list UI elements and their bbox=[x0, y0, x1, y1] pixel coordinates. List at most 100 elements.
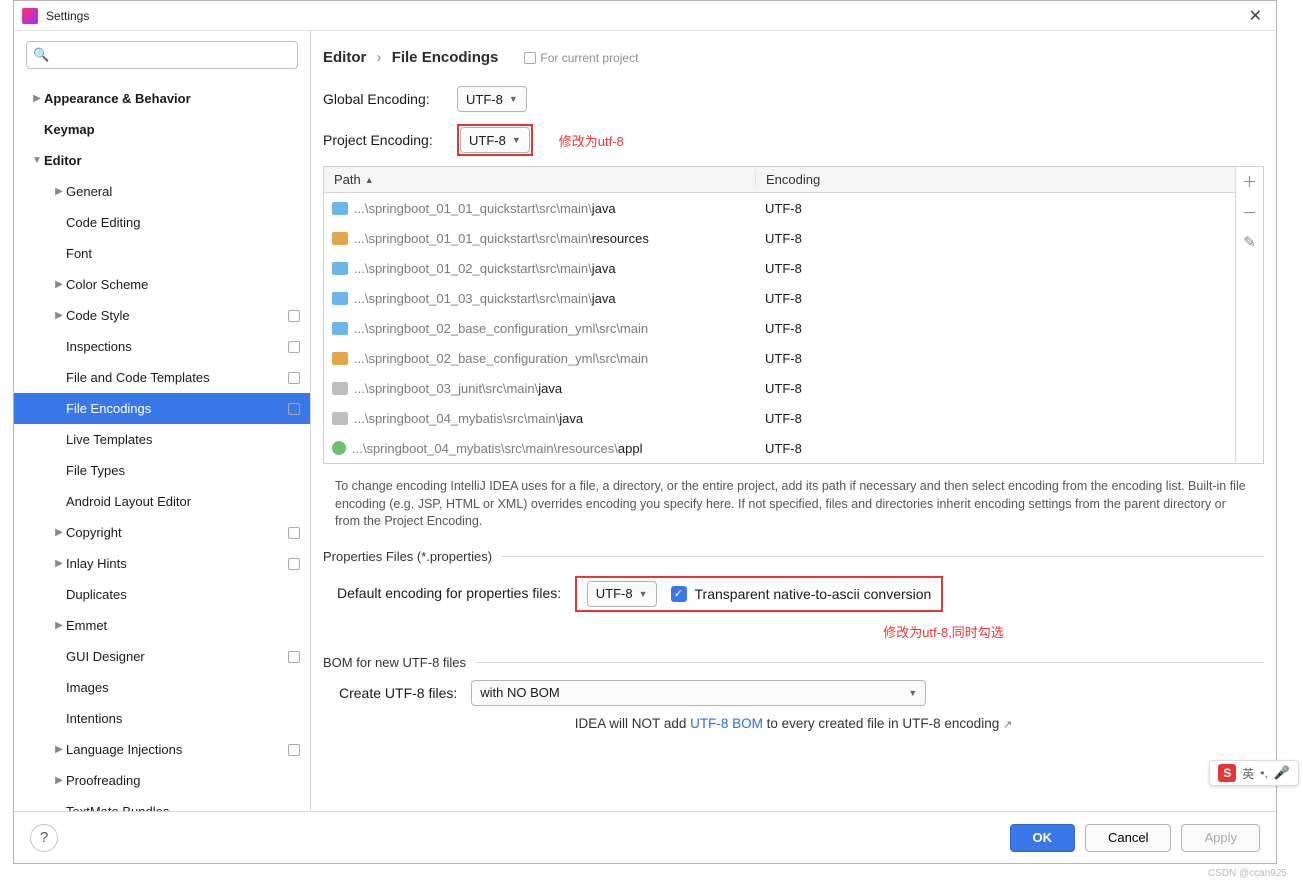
folder-icon bbox=[332, 441, 346, 455]
tree-item-label: Appearance & Behavior bbox=[44, 91, 300, 106]
sidebar-item-file-types[interactable]: File Types bbox=[14, 455, 310, 486]
table-row[interactable]: ...\springboot_01_02_quickstart\src\main… bbox=[324, 253, 1235, 283]
sidebar-item-file-and-code-templates[interactable]: File and Code Templates bbox=[14, 362, 310, 393]
ime-lang: 英 bbox=[1242, 765, 1254, 782]
table-row[interactable]: ...\springboot_02_base_configuration_yml… bbox=[324, 313, 1235, 343]
sidebar-item-file-encodings[interactable]: File Encodings bbox=[14, 393, 310, 424]
sidebar: 🔍 ▶Appearance & BehaviorKeymap▼Editor▶Ge… bbox=[14, 31, 311, 811]
sidebar-item-gui-designer[interactable]: GUI Designer bbox=[14, 641, 310, 672]
expand-arrow-icon: ▼ bbox=[30, 155, 44, 166]
search-icon: 🔍 bbox=[33, 47, 49, 63]
table-row[interactable]: ...\springboot_02_base_configuration_yml… bbox=[324, 343, 1235, 373]
sidebar-item-duplicates[interactable]: Duplicates bbox=[14, 579, 310, 610]
add-icon[interactable]: ＋ bbox=[1242, 171, 1257, 192]
path-text: ...\springboot_01_01_quickstart\src\main… bbox=[354, 231, 649, 246]
project-encoding-dropdown[interactable]: UTF-8 ▼ bbox=[460, 127, 530, 153]
properties-encoding-dropdown[interactable]: UTF-8 ▼ bbox=[587, 581, 657, 607]
tree-item-label: GUI Designer bbox=[66, 649, 288, 664]
path-text: ...\springboot_02_base_configuration_yml… bbox=[354, 321, 648, 336]
ok-button[interactable]: OK bbox=[1010, 824, 1076, 852]
apply-button[interactable]: Apply bbox=[1181, 824, 1260, 852]
window-title: Settings bbox=[46, 9, 1243, 23]
folder-icon bbox=[332, 202, 348, 215]
tree-item-label: Language Injections bbox=[66, 742, 288, 757]
ime-widget[interactable]: S 英 •, 🎤 bbox=[1209, 760, 1299, 786]
tree-item-label: Intentions bbox=[66, 711, 300, 726]
global-encoding-label: Global Encoding: bbox=[323, 91, 447, 107]
sidebar-item-inspections[interactable]: Inspections bbox=[14, 331, 310, 362]
breadcrumb: Editor › File Encodings bbox=[323, 49, 498, 66]
search-input[interactable] bbox=[26, 41, 298, 69]
tree-item-label: Inlay Hints bbox=[66, 556, 288, 571]
folder-icon bbox=[332, 412, 348, 425]
tree-item-label: Android Layout Editor bbox=[66, 494, 300, 509]
path-text: ...\springboot_01_01_quickstart\src\main… bbox=[354, 201, 616, 216]
help-button[interactable]: ? bbox=[30, 824, 58, 852]
expand-arrow-icon: ▶ bbox=[52, 558, 66, 569]
expand-arrow-icon: ▶ bbox=[30, 93, 44, 104]
tree-item-label: Inspections bbox=[66, 339, 288, 354]
sidebar-item-textmate-bundles[interactable]: TextMate Bundles bbox=[14, 796, 310, 811]
watermark: CSDN @ccan925 bbox=[1208, 868, 1287, 879]
folder-icon bbox=[332, 352, 348, 365]
utf8-bom-link[interactable]: UTF-8 BOM bbox=[690, 716, 763, 731]
sidebar-item-code-editing[interactable]: Code Editing bbox=[14, 207, 310, 238]
scope-label: For current project bbox=[540, 51, 638, 65]
sidebar-item-code-style[interactable]: ▶Code Style bbox=[14, 300, 310, 331]
chevron-down-icon: ▼ bbox=[509, 94, 518, 104]
encoding-cell: UTF-8 bbox=[755, 351, 1235, 366]
sidebar-item-android-layout-editor[interactable]: Android Layout Editor bbox=[14, 486, 310, 517]
expand-arrow-icon: ▶ bbox=[52, 527, 66, 538]
sidebar-item-keymap[interactable]: Keymap bbox=[14, 114, 310, 145]
tree-item-label: Emmet bbox=[66, 618, 300, 633]
table-row[interactable]: ...\springboot_03_junit\src\main\javaUTF… bbox=[324, 373, 1235, 403]
sidebar-item-images[interactable]: Images bbox=[14, 672, 310, 703]
sidebar-item-appearance-behavior[interactable]: ▶Appearance & Behavior bbox=[14, 83, 310, 114]
ime-logo-icon: S bbox=[1218, 764, 1236, 782]
sidebar-item-inlay-hints[interactable]: ▶Inlay Hints bbox=[14, 548, 310, 579]
project-encoding-label: Project Encoding: bbox=[323, 132, 447, 148]
sidebar-item-font[interactable]: Font bbox=[14, 238, 310, 269]
annotation-text: 修改为utf-8,同时勾选 bbox=[883, 625, 1004, 640]
encoding-table: Path ▲ Encoding ...\springboot_01_01_qui… bbox=[323, 166, 1264, 464]
path-text: ...\springboot_03_junit\src\main\java bbox=[354, 381, 562, 396]
sidebar-item-copyright[interactable]: ▶Copyright bbox=[14, 517, 310, 548]
remove-icon[interactable]: － bbox=[1242, 202, 1257, 223]
expand-arrow-icon: ▶ bbox=[52, 620, 66, 631]
sidebar-item-color-scheme[interactable]: ▶Color Scheme bbox=[14, 269, 310, 300]
bom-dropdown[interactable]: with NO BOM ▼ bbox=[471, 680, 926, 706]
column-header-encoding[interactable]: Encoding bbox=[755, 172, 1235, 187]
table-row[interactable]: ...\springboot_04_mybatis\src\main\resou… bbox=[324, 433, 1235, 463]
table-row[interactable]: ...\springboot_01_01_quickstart\src\main… bbox=[324, 223, 1235, 253]
content-panel: Editor › File Encodings For current proj… bbox=[311, 31, 1276, 811]
column-header-path[interactable]: Path ▲ bbox=[324, 172, 755, 187]
title-bar: Settings ✕ bbox=[14, 1, 1276, 31]
edit-icon[interactable]: ✎ bbox=[1243, 233, 1256, 251]
global-encoding-dropdown[interactable]: UTF-8 ▼ bbox=[457, 86, 527, 112]
tree-item-label: File and Code Templates bbox=[66, 370, 288, 385]
settings-tree[interactable]: ▶Appearance & BehaviorKeymap▼Editor▶Gene… bbox=[14, 77, 310, 811]
close-icon[interactable]: ✕ bbox=[1243, 6, 1268, 26]
sidebar-item-proofreading[interactable]: ▶Proofreading bbox=[14, 765, 310, 796]
transparent-ascii-checkbox[interactable]: ✓ bbox=[671, 586, 687, 602]
table-row[interactable]: ...\springboot_04_mybatis\src\main\javaU… bbox=[324, 403, 1235, 433]
table-toolbar: ＋ － ✎ bbox=[1235, 167, 1263, 463]
tree-item-label: Code Style bbox=[66, 308, 288, 323]
sidebar-item-intentions[interactable]: Intentions bbox=[14, 703, 310, 734]
table-row[interactable]: ...\springboot_01_03_quickstart\src\main… bbox=[324, 283, 1235, 313]
project-scope-icon bbox=[288, 310, 300, 322]
sidebar-item-emmet[interactable]: ▶Emmet bbox=[14, 610, 310, 641]
path-text: ...\springboot_04_mybatis\src\main\java bbox=[354, 411, 583, 426]
tree-item-label: Keymap bbox=[44, 122, 300, 137]
tree-item-label: Images bbox=[66, 680, 300, 695]
sidebar-item-live-templates[interactable]: Live Templates bbox=[14, 424, 310, 455]
annotation-highlight: UTF-8 ▼ ✓ Transparent native-to-ascii co… bbox=[575, 576, 944, 612]
sidebar-item-editor[interactable]: ▼Editor bbox=[14, 145, 310, 176]
table-row[interactable]: ...\springboot_01_01_quickstart\src\main… bbox=[324, 193, 1235, 223]
chevron-down-icon: ▼ bbox=[908, 688, 917, 698]
cancel-button[interactable]: Cancel bbox=[1085, 824, 1171, 852]
tree-item-label: Code Editing bbox=[66, 215, 300, 230]
sidebar-item-general[interactable]: ▶General bbox=[14, 176, 310, 207]
encoding-cell: UTF-8 bbox=[755, 321, 1235, 336]
sidebar-item-language-injections[interactable]: ▶Language Injections bbox=[14, 734, 310, 765]
